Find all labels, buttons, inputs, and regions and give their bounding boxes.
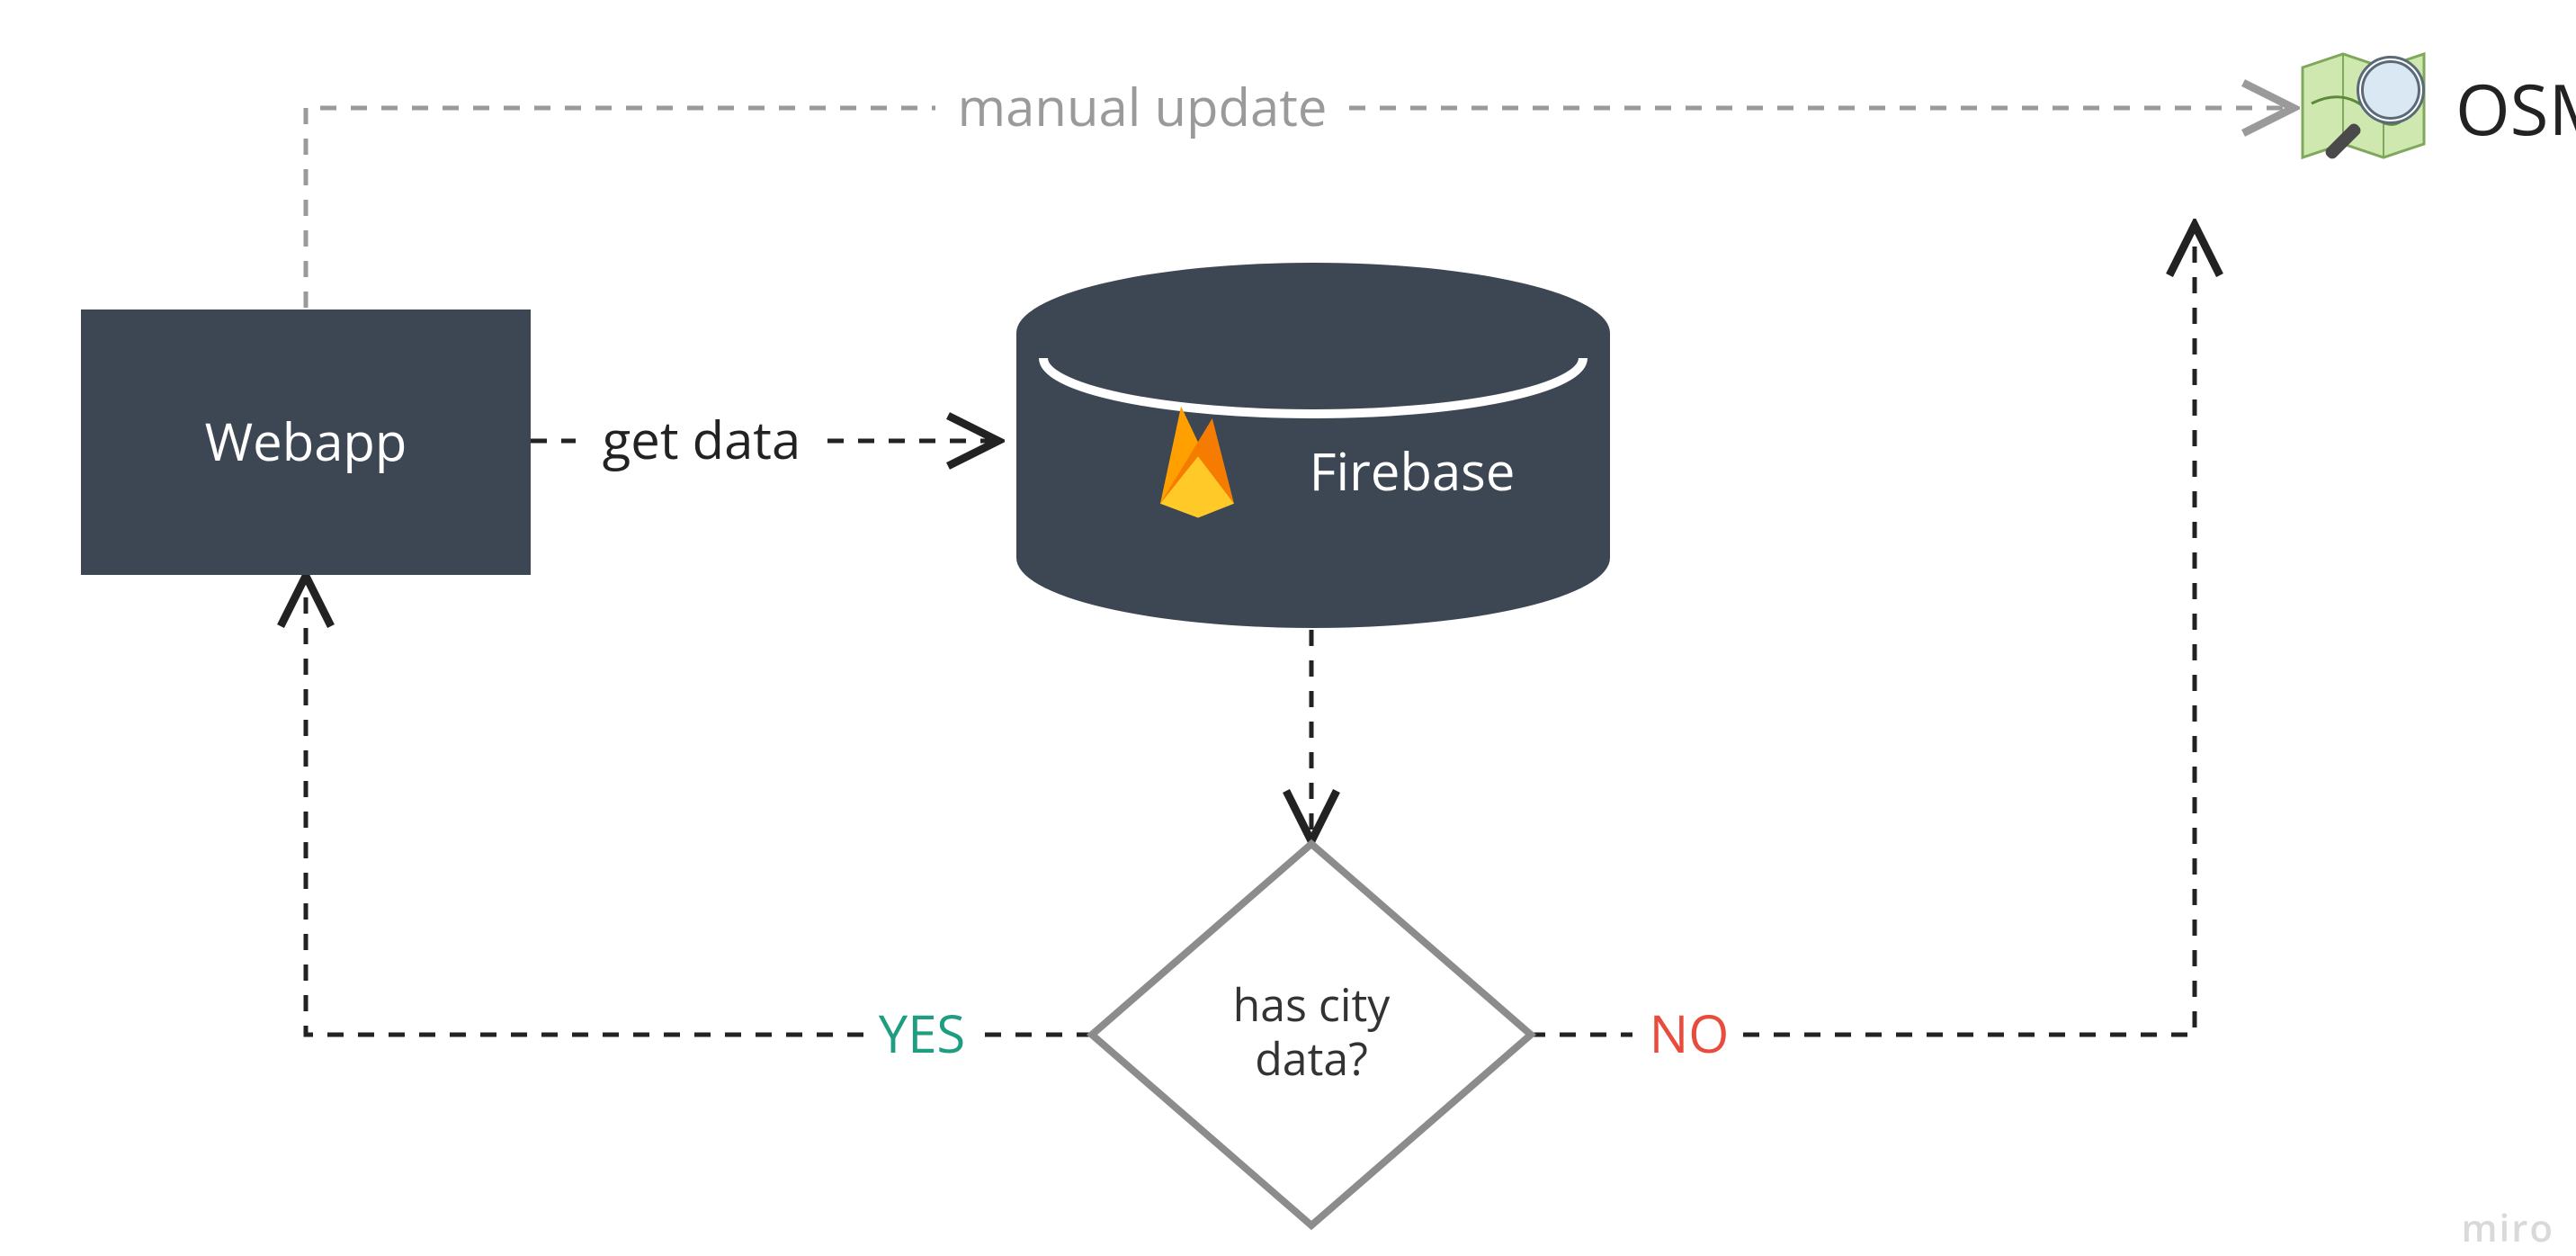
edge-manual-update-label: manual update [957, 70, 1327, 141]
osm-icon [2303, 54, 2424, 161]
edge-no-label: NO [1650, 997, 1730, 1068]
edge-yes: YES [306, 576, 1093, 1068]
diagram-canvas: manual update get data YES NO Webapp [0, 0, 2576, 1256]
node-osm-label: OSM [2455, 60, 2576, 156]
node-webapp: Webapp [81, 310, 531, 575]
watermark: miro [2461, 1202, 2554, 1253]
node-decision: has city data? [1092, 844, 1531, 1225]
edge-yes-label: YES [879, 997, 965, 1068]
node-decision-line1: has city [1233, 973, 1391, 1035]
edge-get-data: get data [531, 403, 998, 474]
node-decision-line2: data? [1255, 1027, 1368, 1089]
edge-no: NO [1529, 225, 2195, 1068]
edge-get-data-label: get data [603, 403, 801, 474]
node-firebase-label: Firebase [1310, 435, 1516, 506]
node-osm: OSM [2303, 54, 2576, 161]
node-firebase: Firebase [1016, 263, 1610, 628]
node-webapp-label: Webapp [205, 405, 407, 476]
